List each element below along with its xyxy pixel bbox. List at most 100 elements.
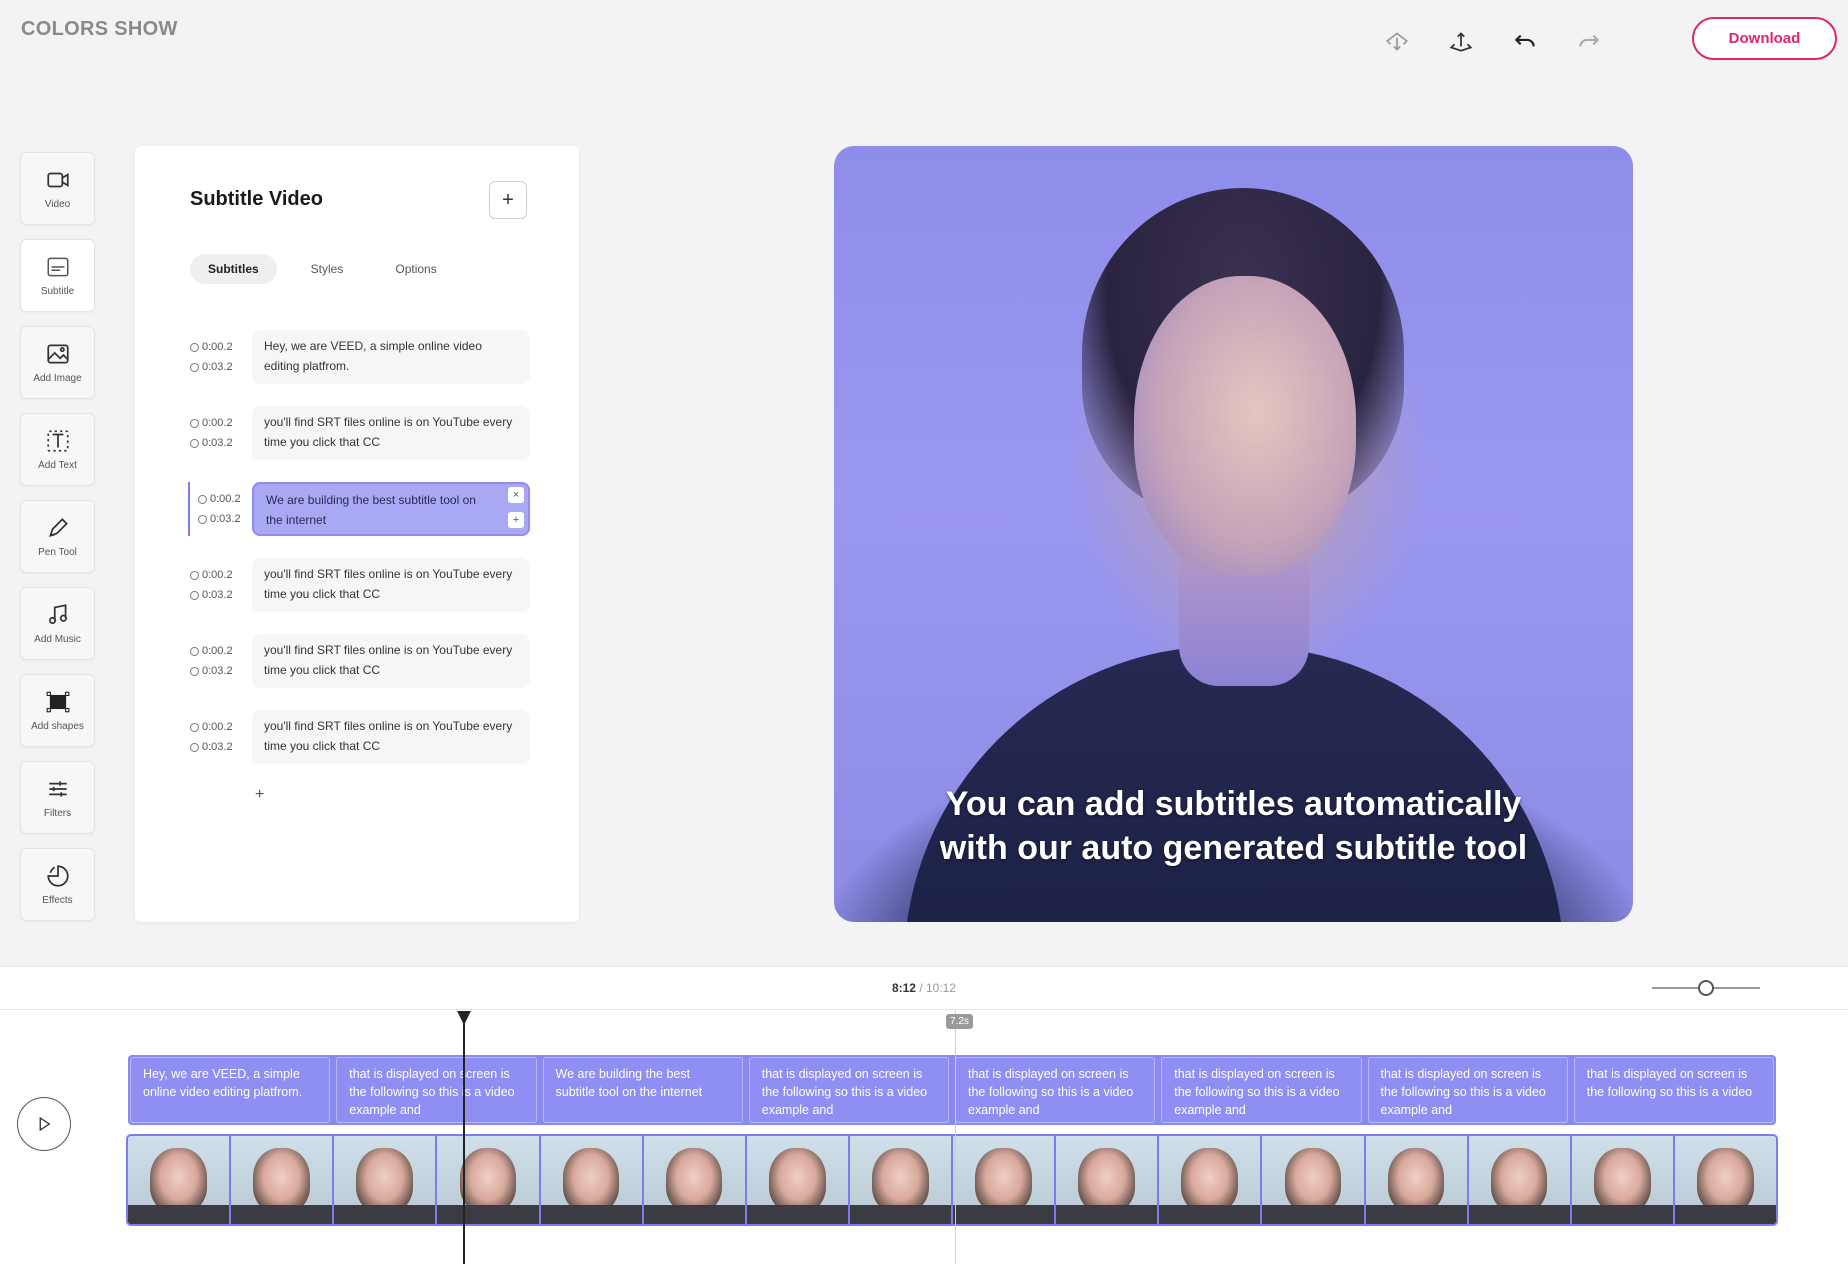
- start-time[interactable]: 0:00.2: [202, 717, 233, 737]
- subtitle-text[interactable]: you'll find SRT files online is on YouTu…: [252, 558, 530, 612]
- subtitle-text[interactable]: you'll find SRT files online is on YouTu…: [252, 406, 530, 460]
- end-time[interactable]: 0:03.2: [202, 357, 233, 377]
- undo-icon[interactable]: [1508, 24, 1542, 58]
- nav-label: Add Music: [34, 634, 81, 645]
- download-button[interactable]: Download: [1692, 17, 1837, 60]
- subtitle-row[interactable]: 0:00.2 0:03.2 you'll find SRT files onli…: [190, 710, 530, 764]
- subtitle-row[interactable]: 0:00.2 0:03.2 you'll find SRT files onli…: [190, 406, 530, 460]
- subtitle-clip[interactable]: We are building the best subtitle tool o…: [542, 1057, 743, 1123]
- end-time[interactable]: 0:03.2: [202, 661, 233, 681]
- nav-item-effects[interactable]: Effects: [20, 848, 95, 921]
- insert-subtitle-icon[interactable]: +: [508, 512, 524, 528]
- add-subtitle-button[interactable]: +: [489, 181, 527, 219]
- video-thumbnail: [643, 1136, 745, 1224]
- end-time[interactable]: 0:03.2: [202, 737, 233, 757]
- clock-icon: [190, 362, 199, 372]
- start-time[interactable]: 0:00.2: [202, 337, 233, 357]
- subtitle-clip[interactable]: that is displayed on screen is the follo…: [1161, 1057, 1362, 1123]
- cloud-upload-icon[interactable]: [1444, 24, 1478, 58]
- video-thumbnail: [1571, 1136, 1673, 1224]
- image-icon: [46, 344, 69, 364]
- subtitle-list: 0:00.2 0:03.2 Hey, we are VEED, a simple…: [188, 330, 530, 786]
- shapes-icon: [46, 691, 69, 713]
- subtitle-times: 0:00.2 0:03.2: [190, 489, 252, 529]
- video-thumbnail: [1262, 1136, 1364, 1224]
- preview-caption[interactable]: You can add subtitles automatically with…: [834, 782, 1633, 870]
- subtitle-clip[interactable]: that is displayed on screen is the follo…: [1367, 1057, 1568, 1123]
- subtitle-times: 0:00.2 0:03.2: [190, 717, 252, 757]
- playhead[interactable]: [457, 1011, 471, 1264]
- current-time: 8:12: [891, 981, 916, 995]
- video-preview[interactable]: You can add subtitles automatically with…: [834, 146, 1633, 922]
- nav-label: Pen Tool: [38, 547, 77, 558]
- start-time[interactable]: 0:00.2: [202, 641, 233, 661]
- time-marker: 7.2s: [946, 1011, 973, 1264]
- clock-icon: [190, 590, 199, 600]
- nav-item-video[interactable]: Video: [20, 152, 95, 225]
- start-time[interactable]: 0:00.2: [210, 489, 241, 509]
- tab-options[interactable]: Options: [377, 254, 454, 284]
- playhead-handle[interactable]: [457, 1011, 471, 1025]
- subtitle-times: 0:00.2 0:03.2: [190, 565, 252, 605]
- video-thumbnail: [1674, 1136, 1776, 1224]
- panel-tabs: Subtitles Styles Options: [190, 254, 471, 284]
- end-time[interactable]: 0:03.2: [202, 585, 233, 605]
- subtitle-clip[interactable]: that is displayed on screen is the follo…: [955, 1057, 1156, 1123]
- text-icon: [46, 430, 69, 452]
- video-thumbnail: [953, 1136, 1055, 1224]
- video-thumbnail: [1468, 1136, 1570, 1224]
- video-camera-icon: [46, 172, 69, 188]
- subtitle-clip[interactable]: that is displayed on screen is the follo…: [748, 1057, 949, 1123]
- nav-item-pen-tool[interactable]: Pen Tool: [20, 500, 95, 573]
- subtitle-clip[interactable]: that is displayed on screen is the follo…: [336, 1057, 537, 1123]
- clock-icon: [190, 342, 199, 352]
- nav-label: Add Text: [38, 460, 77, 471]
- subtitle-times: 0:00.2 0:03.2: [190, 641, 252, 681]
- subtitle-panel: Subtitle Video + Subtitles Styles Option…: [135, 146, 579, 922]
- clock-icon: [190, 438, 199, 448]
- subtitle-times: 0:00.2 0:03.2: [190, 413, 252, 453]
- redo-icon[interactable]: [1572, 24, 1606, 58]
- nav-item-filters[interactable]: Filters: [20, 761, 95, 834]
- subtitle-row[interactable]: 0:00.2 0:03.2 you'll find SRT files onli…: [190, 634, 530, 688]
- subtitle-row[interactable]: 0:00.2 0:03.2 Hey, we are VEED, a simple…: [190, 330, 530, 384]
- subtitle-row-active[interactable]: 0:00.2 0:03.2 We are building the best s…: [188, 482, 530, 536]
- tab-styles[interactable]: Styles: [293, 254, 362, 284]
- subtitle-clip[interactable]: that is displayed on screen is the follo…: [1573, 1057, 1774, 1123]
- subject-face: [1134, 276, 1356, 576]
- end-time[interactable]: 0:03.2: [202, 433, 233, 453]
- effects-icon: [46, 865, 69, 887]
- cloud-download-icon[interactable]: [1380, 24, 1414, 58]
- nav-item-add-shapes[interactable]: Add shapes: [20, 674, 95, 747]
- caption-line: You can add subtitles automatically: [945, 785, 1522, 823]
- zoom-slider-handle[interactable]: [1698, 980, 1714, 996]
- subtitle-text[interactable]: you'll find SRT files online is on YouTu…: [252, 710, 530, 764]
- nav-item-add-music[interactable]: Add Music: [20, 587, 95, 660]
- clock-icon: [190, 666, 199, 676]
- add-subtitle-row-button[interactable]: +: [255, 786, 264, 804]
- zoom-slider[interactable]: [1652, 980, 1760, 996]
- nav-item-add-text[interactable]: Add Text: [20, 413, 95, 486]
- panel-title: Subtitle Video: [190, 188, 323, 210]
- tab-subtitles[interactable]: Subtitles: [190, 254, 277, 284]
- end-time[interactable]: 0:03.2: [210, 509, 241, 529]
- nav-item-add-image[interactable]: Add Image: [20, 326, 95, 399]
- subtitle-text[interactable]: Hey, we are VEED, a simple online video …: [252, 330, 530, 384]
- start-time[interactable]: 0:00.2: [202, 565, 233, 585]
- subtitle-row[interactable]: 0:00.2 0:03.2 you'll find SRT files onli…: [190, 558, 530, 612]
- subtitle-text[interactable]: We are building the best subtitle tool o…: [252, 482, 530, 536]
- start-time[interactable]: 0:00.2: [202, 413, 233, 433]
- sliders-icon: [48, 781, 67, 797]
- timeline: 8:12 / 10:12 Hey, we are VEED, a simple …: [0, 966, 1848, 1264]
- video-track[interactable]: [126, 1134, 1778, 1226]
- subtitle-icon: [46, 257, 69, 277]
- video-thumbnail: [231, 1136, 333, 1224]
- remove-subtitle-icon[interactable]: ×: [508, 487, 524, 503]
- marker-label: 7.2s: [946, 1014, 973, 1029]
- nav-label: Add shapes: [31, 721, 84, 732]
- subtitle-clip[interactable]: Hey, we are VEED, a simple online video …: [130, 1057, 331, 1123]
- play-button[interactable]: [17, 1097, 71, 1151]
- nav-item-subtitle[interactable]: Subtitle: [20, 239, 95, 312]
- subtitle-text[interactable]: you'll find SRT files online is on YouTu…: [252, 634, 530, 688]
- nav-label: Subtitle: [40, 286, 75, 297]
